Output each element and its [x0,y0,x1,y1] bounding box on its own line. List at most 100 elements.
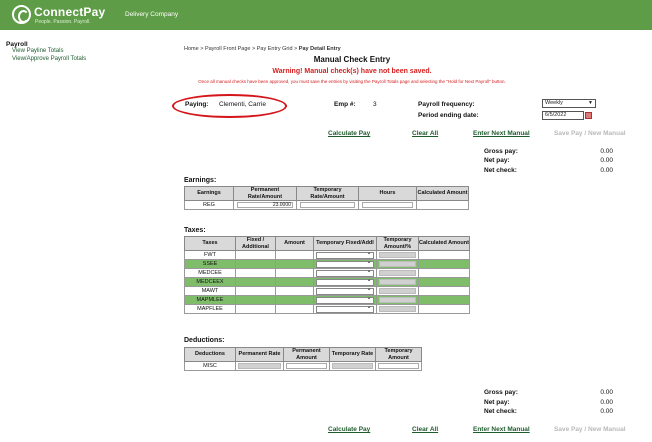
period-ending-value: 6/5/2022 [545,112,567,118]
temporary-fixed-select[interactable] [316,276,374,286]
temporary-fixed-select[interactable] [316,285,374,295]
payroll-frequency-value: Weekly [545,100,563,106]
deductions-col-header: Deductions [184,347,236,362]
net-check-label-bottom: Net check: [484,408,517,415]
gross-pay-label-bottom: Gross pay: [484,389,518,396]
connectpay-logo-icon[interactable] [12,5,31,24]
company-name: Delivery Company [125,11,179,18]
table-row: MEDCEEX [184,276,470,287]
tax-name: SSEE [184,259,236,269]
net-check-value-bottom: 0.00 [600,408,613,415]
taxes-title: Taxes: [184,227,206,234]
calculated-amount [416,200,469,210]
deduction-permanent-amount[interactable] [286,362,327,370]
gross-pay-label: Gross pay: [484,148,518,155]
sidebar-title: Payroll [6,41,28,48]
net-pay-value: 0.00 [600,157,613,164]
taxes-table: Taxes Fixed / Additional Amount Temporar… [184,236,470,314]
warning-message: Warning! Manual check(s) have not been s… [272,68,432,75]
deductions-col-header: Permanent Amount [283,347,330,362]
temporary-fixed-select[interactable] [316,249,374,259]
deductions-title: Deductions: [184,337,225,344]
earnings-header-row: Earnings Permanent Rate/Amount Temporary… [184,186,469,201]
net-pay-value-bottom: 0.00 [600,399,613,406]
deductions-table: Deductions Permanent Rate Permanent Amou… [184,347,422,371]
temporary-fixed-select[interactable] [316,303,374,313]
payroll-frequency-select[interactable]: Weekly ▼ [542,99,596,108]
earnings-col-header: Hours [358,186,417,201]
earning-name: REG [184,200,234,210]
deduction-name: MISC [184,361,236,371]
temporary-amount-input[interactable] [379,269,416,277]
net-check-value: 0.00 [600,167,613,174]
chevron-down-icon: ▼ [588,100,593,106]
clear-all-link-top[interactable]: Clear All [412,130,438,137]
save-pay-link-bottom[interactable]: Save Pay / New Manual [554,426,626,433]
earnings-col-header: Temporary Rate/Amount [296,186,359,201]
breadcrumb-current: Pay Detail Entry [298,46,341,52]
earnings-col-header: Earnings [184,186,234,201]
tax-name: MAPMLEE [184,295,236,305]
temporary-fixed-select[interactable] [316,267,374,277]
taxes-header-row: Taxes Fixed / Additional Amount Temporar… [184,236,470,251]
deduction-temporary-rate [332,362,373,370]
net-pay-label-bottom: Net pay: [484,399,510,406]
table-row: MAWT [184,285,470,296]
net-pay-label: Net pay: [484,157,510,164]
calculate-pay-link-top[interactable]: Calculate Pay [328,130,370,137]
top-bar: ConnectPay People. Passion. Payroll. Del… [0,0,652,30]
temporary-amount-input[interactable] [379,305,416,313]
temporary-amount-input[interactable] [379,296,416,304]
emp-value: 3 [373,101,377,108]
breadcrumb-path[interactable]: Home > Payroll Front Page > Pay Entry Gr… [184,46,299,52]
taxes-col-header: Amount [275,236,314,251]
paying-label: Paying: [185,101,209,108]
period-ending-label: Period ending date: [418,112,479,119]
table-row: MEDCEE [184,267,470,278]
table-row: MAPMLEE [184,294,470,305]
tax-name: FWT [184,250,236,260]
earnings-col-header: Permanent Rate/Amount [233,186,297,201]
breadcrumb: Home > Payroll Front Page > Pay Entry Gr… [184,46,341,52]
brand-name[interactable]: ConnectPay [34,5,105,19]
deduction-permanent-rate [238,362,281,370]
table-row: SSEE [184,258,470,269]
temporary-amount-input[interactable] [379,251,416,259]
enter-next-manual-link-top[interactable]: Enter Next Manual [473,130,530,137]
table-row: FWT [184,249,470,260]
page-title: Manual Check Entry [313,55,391,64]
temporary-rate-input[interactable] [300,201,355,209]
temporary-amount-input[interactable] [379,260,416,268]
permanent-rate-input[interactable]: 23.0000 [237,201,293,209]
tax-name: MEDCEEX [184,277,236,287]
tax-name: MEDCEE [184,268,236,278]
earnings-title: Earnings: [184,177,217,184]
table-row: REG 23.0000 [184,200,469,210]
taxes-col-header: Taxes [184,236,236,251]
deductions-col-header: Temporary Rate [329,347,376,362]
deduction-temporary-amount[interactable] [378,362,419,370]
paying-value: Clementi, Carrie [219,101,266,108]
earnings-table: Earnings Permanent Rate/Amount Temporary… [184,186,469,210]
temporary-amount-input[interactable] [379,287,416,295]
earnings-col-header: Calculated Amount [416,186,469,201]
save-pay-link-top[interactable]: Save Pay / New Manual [554,130,626,137]
taxes-col-header: Temporary Amount/% [376,236,419,251]
warning-note: Once all manual checks have been approve… [198,79,506,84]
emp-label: Emp #: [334,101,356,108]
table-row: MISC [184,361,422,371]
period-ending-input[interactable]: 6/5/2022 [542,111,584,120]
net-check-label: Net check: [484,167,517,174]
temporary-fixed-select[interactable] [316,258,374,268]
deductions-header-row: Deductions Permanent Rate Permanent Amou… [184,347,422,362]
calendar-icon[interactable] [585,112,592,119]
brand-tagline: People. Passion. Payroll. [35,19,91,25]
calculate-pay-link-bottom[interactable]: Calculate Pay [328,426,370,433]
temporary-amount-input[interactable] [379,278,416,286]
enter-next-manual-link-bottom[interactable]: Enter Next Manual [473,426,530,433]
hours-input[interactable] [361,201,414,209]
clear-all-link-bottom[interactable]: Clear All [412,426,438,433]
deductions-col-header: Permanent Rate [235,347,284,362]
gross-pay-value-bottom: 0.00 [600,389,613,396]
temporary-fixed-select[interactable] [316,294,374,304]
